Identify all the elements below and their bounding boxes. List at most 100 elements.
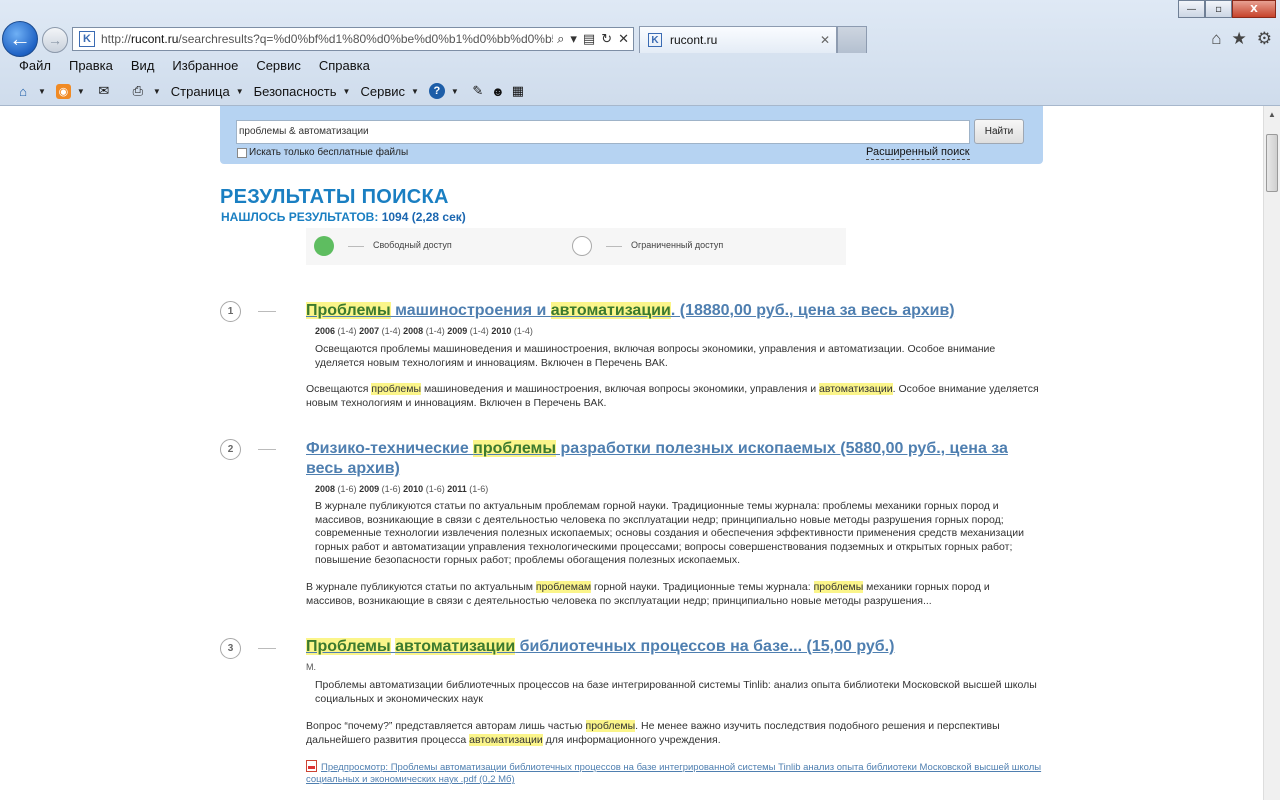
new-tab-button[interactable] [837,26,867,53]
year[interactable]: 2011 [447,484,467,494]
title-text: . (18880,00 руб., цена за весь архив) [670,302,955,319]
snippet-highlight: автоматизации [469,734,543,746]
free-files-checkbox-row[interactable]: Искать только бесплатные файлы [237,147,408,158]
result-description: Проблемы автоматизации библиотечных проц… [315,679,1037,705]
scroll-up-arrow-icon[interactable]: ▲ [1264,106,1280,122]
favorites-star-icon[interactable]: ★ [1232,29,1247,49]
chevron-down-icon[interactable]: ▼ [236,87,244,96]
vertical-scrollbar[interactable]: ▲ [1263,106,1280,800]
tab-favicon-icon: K [648,33,662,47]
legend-divider [606,246,622,247]
menu-file[interactable]: Файл [10,58,60,78]
year[interactable]: 2009 [447,326,467,336]
service-menu[interactable]: Сервис [360,84,405,99]
research-icon[interactable]: ✎ [469,82,487,100]
compatibility-icon[interactable]: ▤ [583,31,595,47]
issues: (1-6) [425,484,445,494]
window-controls: — ▫ X [1178,0,1276,18]
result-title-link[interactable]: Проблемы машиностроения и автоматизации.… [306,301,1046,321]
menu-edit[interactable]: Правка [60,58,122,78]
menu-tools[interactable]: Сервис [247,58,310,78]
url-path: /searchresults?q=%d0%bf%d1%80%d0%be%d0%b… [178,32,554,46]
home-icon[interactable]: ⌂ [14,82,32,100]
gear-icon[interactable]: ⚙ [1257,29,1272,49]
chevron-down-icon[interactable]: ▼ [411,87,419,96]
result-years: 2008 (1-6) 2009 (1-6) 2010 (1-6) 2011 (1… [315,484,488,494]
chevron-down-icon[interactable]: ▼ [38,87,46,96]
year[interactable]: 2006 [315,326,335,336]
rss-feed-icon[interactable]: ◉ [55,83,71,99]
snippet-text: машиноведения и машиностроения, включая … [421,383,820,395]
legend-restricted-label: Ограниченный доступ [631,240,724,250]
maximize-button[interactable]: ▫ [1205,0,1232,18]
search-input[interactable]: проблемы & автоматизации [236,120,970,144]
chevron-down-icon[interactable]: ▼ [153,87,161,96]
advanced-search-link[interactable]: Расширенный поиск [866,146,970,160]
free-files-checkbox[interactable] [237,147,247,158]
snippet-highlight: проблемы [585,720,636,732]
close-button[interactable]: X [1232,0,1276,18]
result-title-link[interactable]: Физико-технические проблемы разработки п… [306,439,1046,479]
minimize-button[interactable]: — [1178,0,1205,18]
year[interactable]: 2010 [403,484,423,494]
mail-icon[interactable]: ✉ [95,82,113,100]
back-button[interactable]: ← [2,21,38,57]
back-arrow-icon: ← [9,26,31,51]
title-highlight: Проблемы [306,302,391,319]
address-url[interactable]: http://rucont.ru/searchresults?q=%d0%bf%… [101,32,553,46]
messenger-icon[interactable]: ☻ [489,82,507,100]
clipboard-icon[interactable]: ▦ [509,82,527,100]
snippet-highlight: автоматизации [819,383,893,395]
address-tools: ⌕ ▾ ▤ ↻ ✕ [553,31,633,47]
page-viewport: проблемы & автоматизации Найти Искать то… [0,106,1263,800]
url-scheme: http:// [101,32,132,46]
dropdown-arrow-icon[interactable]: ▾ [570,31,577,47]
home-icon[interactable]: ⌂ [1211,29,1221,49]
year[interactable]: 2010 [491,326,511,336]
menu-view[interactable]: Вид [122,58,164,78]
safety-menu[interactable]: Безопасность [254,84,337,99]
year[interactable]: 2009 [359,484,379,494]
tab-rucont[interactable]: K rucont.ru ✕ [639,26,837,53]
result-dash [258,648,276,649]
result-title-link[interactable]: Проблемы автоматизации библиотечных проц… [306,637,1046,657]
legend-divider [348,246,364,247]
chevron-down-icon[interactable]: ▼ [343,87,351,96]
year[interactable]: 2008 [315,484,335,494]
scroll-thumb[interactable] [1266,134,1278,192]
search-icon[interactable]: ⌕ [557,31,564,47]
pdf-preview-text: Предпросмотр: Проблемы автоматизации биб… [306,762,1042,785]
help-icon[interactable]: ? [428,83,445,99]
menu-favorites[interactable]: Избранное [163,58,247,78]
title-bar: — ▫ X [0,0,1280,20]
snippet-highlight: проблемы [371,383,422,395]
title-highlight: автоматизации [395,638,516,655]
snippet-text: горной науки. Традиционные темы журнала: [591,581,814,593]
restricted-access-dot-icon [572,236,592,256]
search-button[interactable]: Найти [974,119,1024,144]
title-text: Физико-технические [306,440,474,457]
chevron-down-icon[interactable]: ▼ [77,87,85,96]
year[interactable]: 2008 [403,326,423,336]
print-icon[interactable]: ⎙ [129,82,147,100]
address-bar[interactable]: K http://rucont.ru/searchresults?q=%d0%b… [72,27,634,51]
forward-button[interactable]: → [42,27,68,53]
pdf-file-icon [306,760,317,772]
result-number: 3 [220,638,241,659]
tab-close-icon[interactable]: ✕ [820,33,830,47]
issues: (1-4) [337,326,357,336]
menu-help[interactable]: Справка [310,58,379,78]
pdf-preview-link[interactable]: Предпросмотр: Проблемы автоматизации биб… [306,760,1046,786]
browser-tools: ⌂ ★ ⚙ [1211,29,1272,49]
stop-icon[interactable]: ✕ [618,31,629,47]
refresh-icon[interactable]: ↻ [601,31,612,47]
year[interactable]: 2007 [359,326,379,336]
issues: (1-6) [469,484,489,494]
result-number: 1 [220,301,241,322]
result-number: 2 [220,439,241,460]
page-menu[interactable]: Страница [171,84,230,99]
chevron-down-icon[interactable]: ▼ [451,87,459,96]
snippet-highlight: проблемам [535,581,592,593]
browser-chrome: — ▫ X ← → K http://rucont.ru/searchresul… [0,0,1280,106]
issues: (1-4) [469,326,489,336]
